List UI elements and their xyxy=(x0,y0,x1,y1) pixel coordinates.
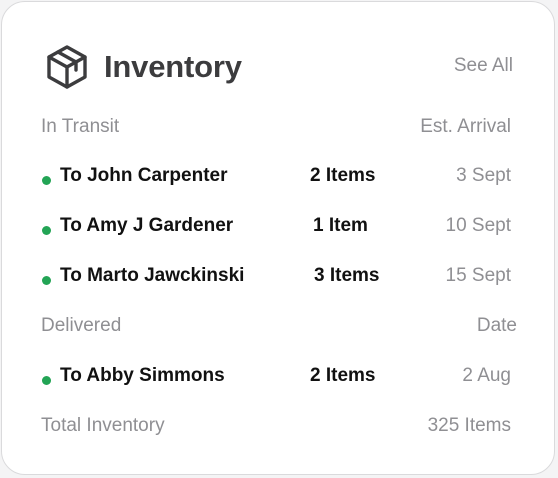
inventory-card: Inventory See All In Transit Est. Arriva… xyxy=(1,1,555,475)
recipient-name: To Amy J Gardener xyxy=(60,215,234,236)
item-count: 1 Item xyxy=(313,215,368,236)
recipient-name: To Abby Simmons xyxy=(60,365,225,386)
in-transit-label: In Transit xyxy=(41,116,120,137)
delivered-header: Delivered Date xyxy=(2,315,554,341)
arrival-date: 15 Sept xyxy=(445,265,512,286)
in-transit-header: In Transit Est. Arrival xyxy=(2,116,554,142)
list-item[interactable]: To Abby Simmons 2 Items 2 Aug xyxy=(2,365,554,391)
arrival-date: 10 Sept xyxy=(445,215,512,236)
delivery-date: 2 Aug xyxy=(462,365,511,386)
delivered-label: Delivered xyxy=(41,315,122,336)
see-all-link[interactable]: See All xyxy=(454,55,513,77)
widget-title: Inventory xyxy=(104,49,242,84)
list-item[interactable]: To Marto Jawckinski 3 Items 15 Sept xyxy=(2,265,554,291)
arrival-date: 3 Sept xyxy=(456,165,511,186)
status-dot xyxy=(42,276,51,285)
date-label: Date xyxy=(476,315,517,336)
status-dot xyxy=(42,226,51,235)
item-count: 3 Items xyxy=(314,265,380,286)
box-icon xyxy=(44,44,90,90)
recipient-name: To Marto Jawckinski xyxy=(60,265,245,286)
est-arrival-label: Est. Arrival xyxy=(420,116,511,137)
item-count: 2 Items xyxy=(310,365,376,386)
status-dot xyxy=(42,176,51,185)
total-inventory-row: Total Inventory 325 Items xyxy=(2,415,554,441)
list-item[interactable]: To John Carpenter 2 Items 3 Sept xyxy=(2,165,554,191)
list-item[interactable]: To Amy J Gardener 1 Item 10 Sept xyxy=(2,215,554,241)
status-dot xyxy=(42,376,51,385)
total-inventory-label: Total Inventory xyxy=(41,415,165,436)
item-count: 2 Items xyxy=(310,165,376,186)
recipient-name: To John Carpenter xyxy=(60,165,228,186)
total-inventory-value: 325 Items xyxy=(427,415,511,436)
